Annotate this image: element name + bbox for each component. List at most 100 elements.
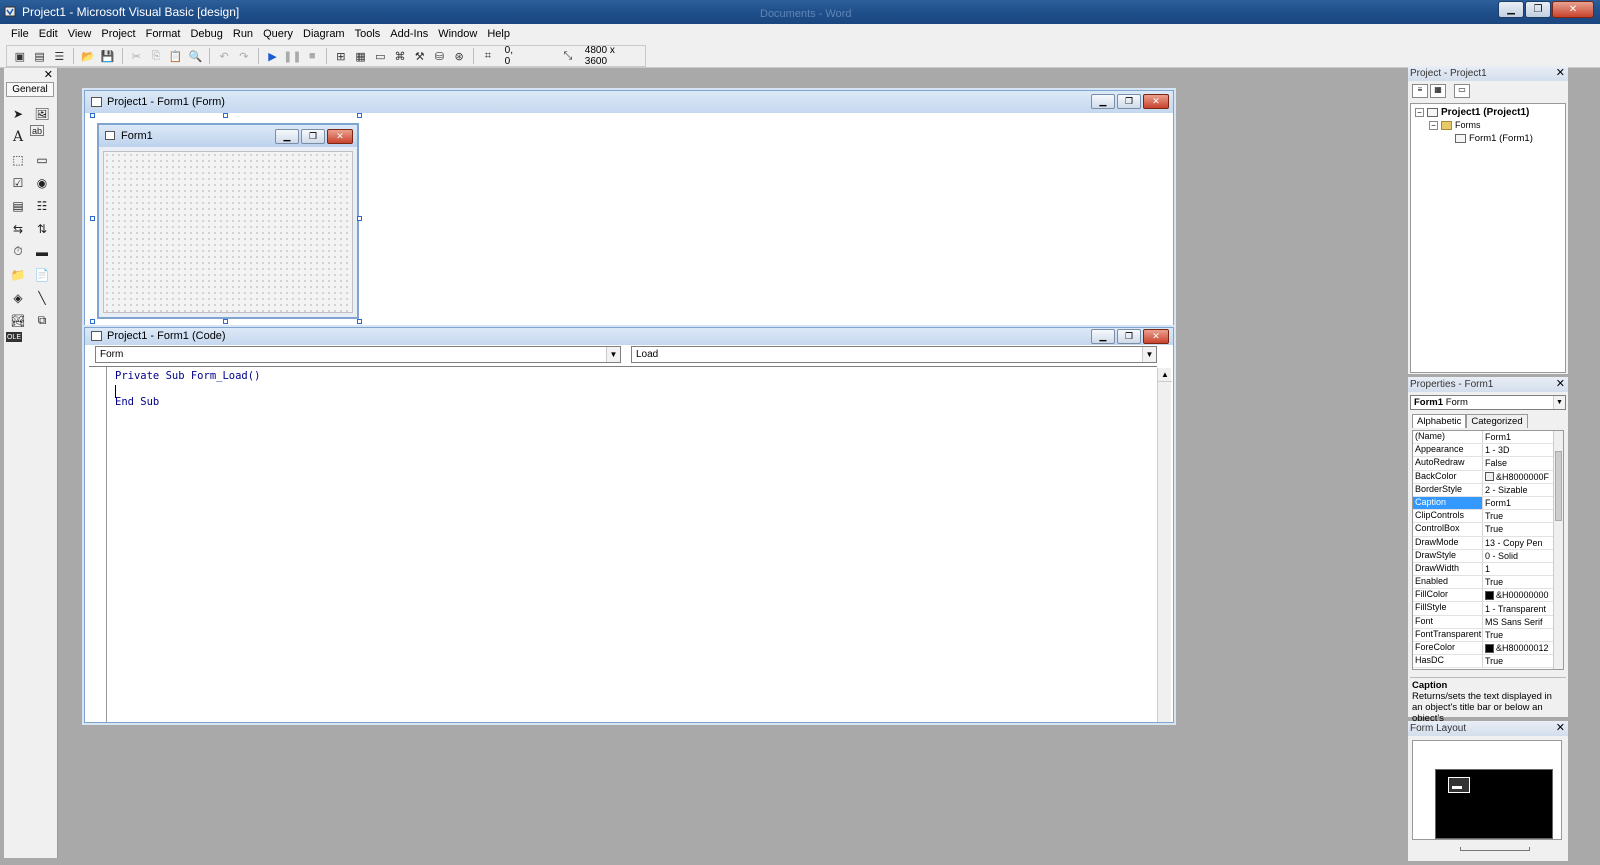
resize-handle[interactable] [223, 113, 228, 118]
property-row[interactable]: FontTransparent True [1413, 628, 1563, 642]
resize-handle[interactable] [357, 319, 362, 324]
property-row[interactable]: (Name) Form1 [1413, 431, 1563, 445]
add-project-icon[interactable]: ▣ [11, 47, 29, 65]
form1-design-surface[interactable]: Form1 ▁ ❐ ✕ [97, 123, 359, 319]
pointer-tool-icon[interactable]: ➤ [6, 102, 30, 125]
property-row[interactable]: Enabled True [1413, 576, 1563, 590]
code-line[interactable]: End Sub [115, 396, 159, 408]
menu-run[interactable]: Run [228, 26, 258, 42]
menu-query[interactable]: Query [258, 26, 298, 42]
property-row[interactable]: BorderStyle 2 - Sizable [1413, 483, 1563, 497]
listbox-tool-icon[interactable]: ☷ [30, 194, 54, 217]
combobox-tool-icon[interactable]: ▤ [6, 194, 30, 217]
shape-tool-icon[interactable]: ◈ [6, 286, 30, 309]
toolbox-icon[interactable]: ⚒ [411, 47, 429, 65]
data-view-icon[interactable]: ⛁ [431, 47, 449, 65]
picturebox-tool-icon[interactable]: 🖼 [30, 102, 54, 125]
collapse-icon[interactable]: − [1415, 108, 1424, 117]
object-browser-icon[interactable]: ⌘ [391, 47, 409, 65]
property-value[interactable]: True [1483, 510, 1563, 522]
property-row[interactable]: Font MS Sans Serif [1413, 615, 1563, 629]
property-value[interactable]: True [1483, 523, 1563, 535]
break-icon[interactable]: ❚❚ [283, 47, 301, 65]
property-value[interactable]: &H80000012 [1483, 642, 1563, 654]
copy-icon[interactable]: ⎘ [147, 47, 165, 65]
hscrollbar-tool-icon[interactable]: ⇆ [6, 217, 30, 240]
chevron-down-icon[interactable]: ▼ [606, 347, 620, 362]
save-project-icon[interactable]: 💾 [99, 47, 117, 65]
project-explorer-close-icon[interactable]: ✕ [1556, 66, 1565, 79]
property-row[interactable]: ClipControls True [1413, 510, 1563, 524]
object-combo[interactable]: Form ▼ [95, 346, 621, 363]
menu-help[interactable]: Help [482, 26, 515, 42]
resize-handle[interactable] [90, 319, 95, 324]
property-row[interactable]: ForeColor &H80000012 [1413, 642, 1563, 656]
code-maximize-button[interactable]: ❐ [1117, 329, 1141, 344]
end-icon[interactable]: ■ [303, 47, 321, 65]
close-button[interactable]: ✕ [1552, 1, 1594, 18]
toolbox-close-icon[interactable]: ✕ [44, 68, 53, 81]
resize-handle[interactable] [357, 113, 362, 118]
property-value[interactable]: &H8000000F [1483, 471, 1563, 483]
drivelistbox-tool-icon[interactable]: ▬ [30, 240, 54, 263]
menu-window[interactable]: Window [433, 26, 482, 42]
menu-edit[interactable]: Edit [34, 26, 63, 42]
resize-handle[interactable] [223, 319, 228, 324]
property-row[interactable]: AutoRedraw False [1413, 457, 1563, 471]
filelistbox-tool-icon[interactable]: 📄 [30, 263, 54, 286]
vscrollbar-tool-icon[interactable]: ⇅ [30, 217, 54, 240]
form-layout-icon[interactable]: ▭ [371, 47, 389, 65]
chevron-down-icon[interactable]: ▼ [1142, 347, 1156, 362]
scroll-up-icon[interactable]: ▲ [1158, 368, 1172, 382]
designer-minimize-button[interactable]: ▁ [1091, 94, 1115, 109]
menu-tools[interactable]: Tools [350, 26, 386, 42]
property-value[interactable]: 1 - Transparent [1483, 602, 1563, 614]
resize-handle[interactable] [90, 113, 95, 118]
image-tool-icon[interactable]: 🏞 [6, 309, 30, 332]
menu-view[interactable]: View [63, 26, 97, 42]
checkbox-tool-icon[interactable]: ☑ [6, 171, 30, 194]
undo-icon[interactable]: ↶ [215, 47, 233, 65]
property-value[interactable]: True [1483, 629, 1563, 641]
property-row[interactable]: Appearance 1 - 3D [1413, 444, 1563, 458]
start-icon[interactable]: ▶ [264, 47, 282, 65]
form1-grid[interactable] [103, 151, 353, 313]
property-value[interactable]: True [1483, 576, 1563, 588]
property-value[interactable]: &H00000000 [1483, 589, 1563, 601]
menu-format[interactable]: Format [141, 26, 186, 42]
maximize-button[interactable]: ❐ [1525, 1, 1551, 18]
property-value[interactable]: Form1 [1483, 431, 1563, 443]
property-value[interactable]: 2 - Sizable [1483, 484, 1563, 496]
cut-icon[interactable]: ✂ [127, 47, 145, 65]
menu-file[interactable]: File [6, 26, 34, 42]
find-icon[interactable]: 🔍 [187, 47, 205, 65]
optionbutton-tool-icon[interactable]: ◉ [30, 171, 54, 194]
toggle-folders-icon[interactable]: ▭ [1454, 84, 1470, 98]
resize-handle[interactable] [357, 216, 362, 221]
property-row[interactable]: DrawMode 13 - Copy Pen [1413, 536, 1563, 550]
property-row[interactable]: DrawStyle 0 - Solid [1413, 549, 1563, 563]
property-value[interactable]: 0 - Solid [1483, 550, 1563, 562]
property-row[interactable]: DrawWidth 1 [1413, 562, 1563, 577]
property-row[interactable]: BackColor &H8000000F [1413, 470, 1563, 484]
property-value[interactable]: 13 - Copy Pen [1483, 537, 1563, 549]
code-minimize-button[interactable]: ▁ [1091, 329, 1115, 344]
commandbutton-tool-icon[interactable]: ▭ [30, 148, 54, 171]
resize-handle[interactable] [90, 216, 95, 221]
form-layout-close-icon[interactable]: ✕ [1556, 721, 1565, 734]
tree-node-form1[interactable]: Form1 (Form1) [1455, 133, 1533, 144]
property-row[interactable]: Caption Form1 [1413, 496, 1563, 511]
procedure-combo[interactable]: Load ▼ [631, 346, 1157, 363]
menu-project[interactable]: Project [96, 26, 140, 42]
property-scrollbar[interactable] [1553, 431, 1563, 669]
property-row[interactable]: FillStyle 1 - Transparent [1413, 602, 1563, 616]
data-tool-icon[interactable]: ⧉ [30, 309, 54, 332]
view-object-icon[interactable]: ▦ [1430, 84, 1446, 98]
visual-component-manager-icon[interactable]: ⊛ [450, 47, 468, 65]
collapse-icon[interactable]: − [1429, 120, 1438, 130]
code-editor[interactable]: Private Sub Form_Load() End Sub [89, 366, 1157, 722]
redo-icon[interactable]: ↷ [235, 47, 253, 65]
property-value[interactable]: 1 - 3D [1483, 444, 1563, 456]
property-value[interactable]: Form1 [1483, 497, 1563, 509]
ole-tool-icon[interactable]: OLE [6, 332, 22, 342]
